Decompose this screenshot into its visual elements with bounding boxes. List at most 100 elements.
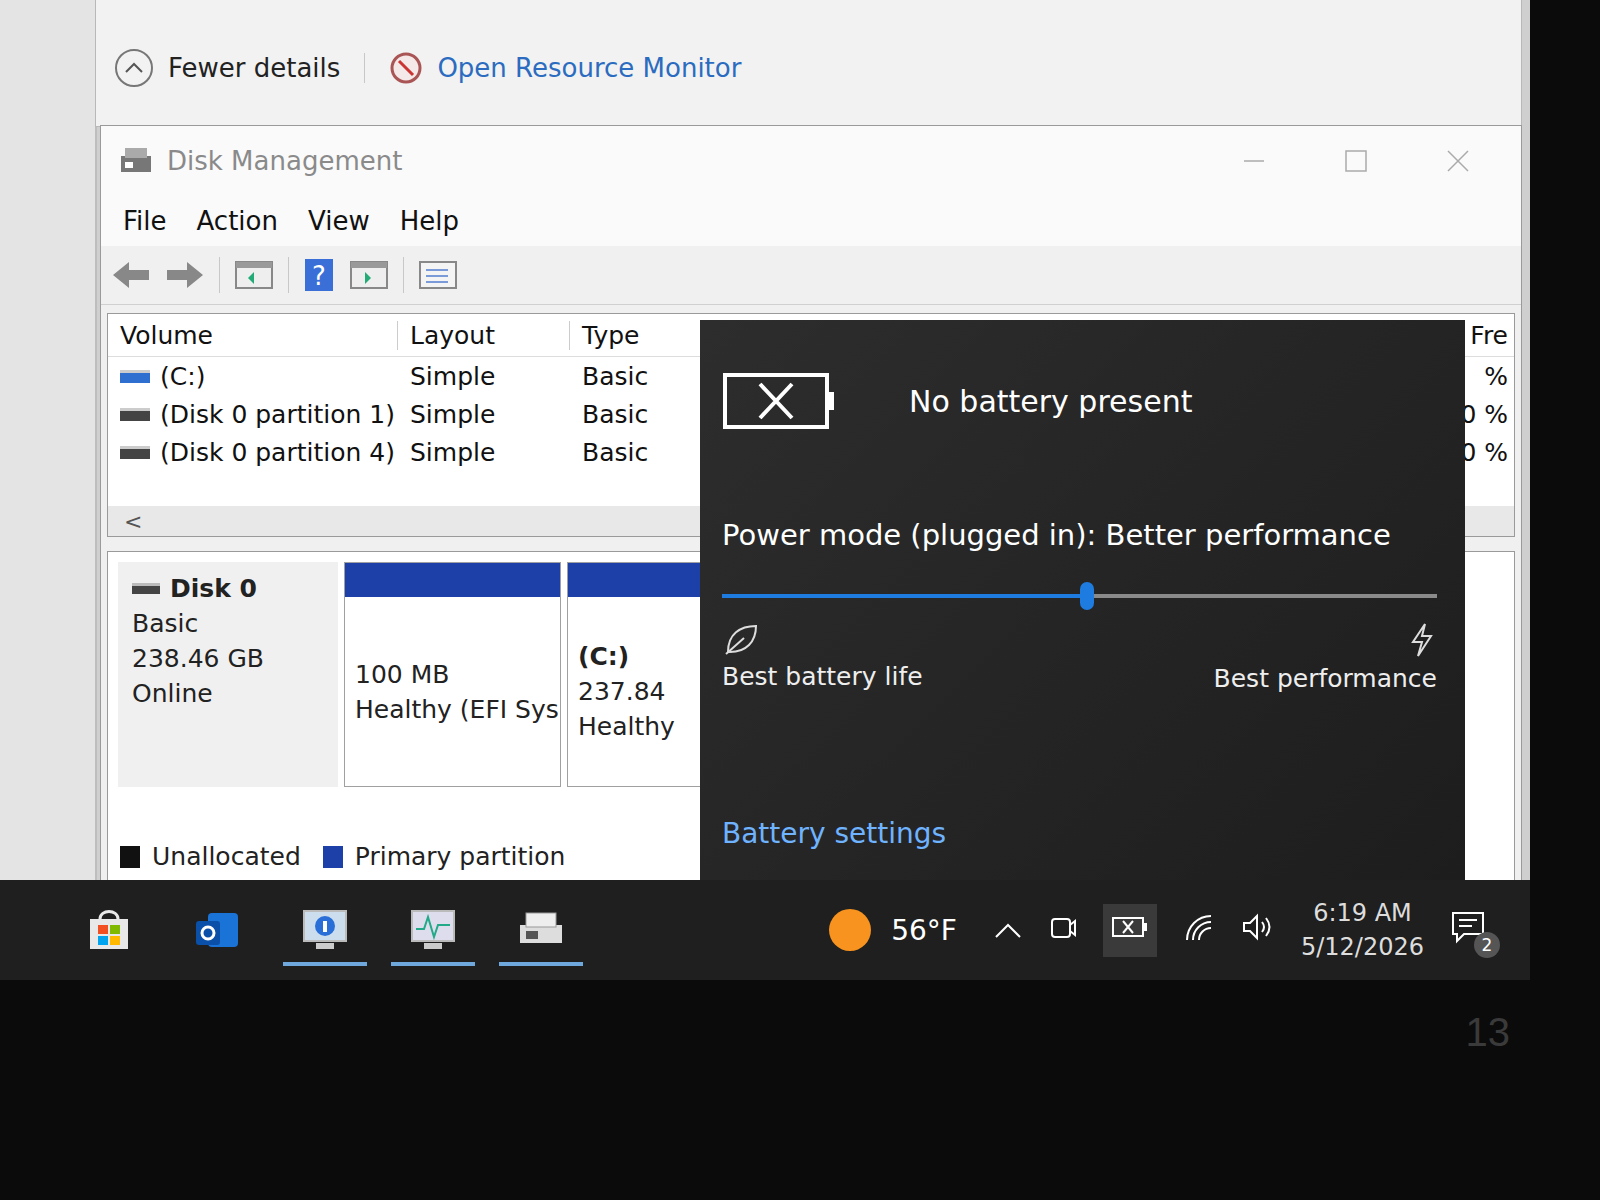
active-indicator xyxy=(499,962,583,966)
wifi-button[interactable] xyxy=(1183,912,1215,949)
battery-tray-button[interactable] xyxy=(1103,904,1157,957)
taskbar-app[interactable] xyxy=(487,880,595,980)
weather-temperature: 56°F xyxy=(891,914,957,947)
sysinfo-icon xyxy=(300,905,350,955)
disk-info[interactable]: Disk 0 Basic 238.46 GB Online xyxy=(118,562,338,787)
active-indicator xyxy=(391,962,475,966)
maximize-button[interactable] xyxy=(1311,149,1401,173)
column-header[interactable]: Type xyxy=(582,321,639,350)
partition[interactable]: 100 MB Healthy (EFI Sys xyxy=(344,562,561,787)
weather-widget[interactable]: 56°F xyxy=(827,907,957,953)
open-resource-monitor-link[interactable]: Open Resource Monitor xyxy=(437,53,741,83)
table-cell: Basic xyxy=(582,362,648,391)
disk-type: Basic xyxy=(132,609,324,638)
table-cell: (C:) xyxy=(160,362,205,391)
active-indicator xyxy=(283,962,367,966)
table-cell: (Disk 0 partition 4) xyxy=(160,438,395,467)
chevron-up-icon xyxy=(993,920,1023,940)
no-battery-icon xyxy=(1111,914,1149,940)
fewer-details-button[interactable]: Fewer details xyxy=(168,53,340,83)
maximize-icon xyxy=(1344,149,1368,173)
column-header[interactable]: Fre xyxy=(1470,321,1508,350)
taskbar-app[interactable] xyxy=(271,880,379,980)
meet-now-button[interactable] xyxy=(1049,911,1077,950)
collapse-chevron-icon xyxy=(114,48,154,88)
perfmon-icon xyxy=(408,905,458,955)
close-button[interactable] xyxy=(1413,149,1503,173)
disk-name: Disk 0 xyxy=(170,574,257,603)
table-cell: Basic xyxy=(582,438,648,467)
drive-icon xyxy=(120,408,150,421)
taskbar: 56°F 6:19 AM5/12/2026 2 xyxy=(0,880,1530,980)
drive-icon xyxy=(120,446,150,459)
close-icon xyxy=(1446,149,1470,173)
taskbar-app[interactable] xyxy=(55,880,163,980)
minimize-icon xyxy=(1242,149,1266,173)
table-cell: % xyxy=(1484,362,1508,391)
camera-icon xyxy=(1049,911,1077,943)
column-header[interactable]: Volume xyxy=(120,321,213,350)
disk-management-icon xyxy=(119,146,155,176)
clock-date: 5/12/2026 xyxy=(1301,933,1424,961)
background-window xyxy=(0,0,97,880)
legend-label: Unallocated xyxy=(152,842,301,871)
menu-item[interactable]: Help xyxy=(388,202,477,240)
wifi-icon xyxy=(1183,912,1215,942)
table-cell: (Disk 0 partition 1) xyxy=(160,400,395,429)
properties-icon xyxy=(418,258,458,292)
slider-track xyxy=(722,594,1437,598)
legend-swatch xyxy=(323,846,343,868)
monitor-bezel: 13 xyxy=(0,980,1600,1200)
notification-center-button[interactable]: 2 xyxy=(1450,910,1490,950)
screen: Fewer details Open Resource Monitor Disk M… xyxy=(0,0,1530,980)
taskbar-app[interactable] xyxy=(379,880,487,980)
show-hidden-icons-button[interactable] xyxy=(993,914,1023,947)
menu-bar: FileActionViewHelp xyxy=(101,196,1521,246)
menu-item[interactable]: View xyxy=(296,202,388,240)
window-title: Disk Management xyxy=(167,146,402,176)
forward-arrow-icon xyxy=(165,258,205,292)
clock[interactable]: 6:19 AM5/12/2026 xyxy=(1301,899,1424,961)
bezel-label: 13 xyxy=(1466,1010,1511,1055)
power-mode-slider[interactable] xyxy=(722,582,1437,610)
best-battery-life-label: Best battery life xyxy=(722,662,923,691)
power-mode-label: Power mode (plugged in): Better performa… xyxy=(722,518,1435,552)
store-icon xyxy=(84,905,134,955)
volume-button[interactable] xyxy=(1241,912,1275,949)
table-cell: Simple xyxy=(410,362,495,391)
slider-thumb[interactable] xyxy=(1080,582,1094,610)
legend-label: Primary partition xyxy=(355,842,566,871)
disk-size: 238.46 GB xyxy=(132,644,324,673)
lightning-icon xyxy=(1407,622,1437,658)
drive-icon xyxy=(120,370,150,383)
console-tree-icon xyxy=(234,258,274,292)
table-cell: 0 % xyxy=(1460,438,1508,467)
legend-swatch xyxy=(120,846,140,868)
scroll-left-button[interactable]: < xyxy=(124,509,142,534)
taskbar-app[interactable] xyxy=(163,880,271,980)
table-cell: Simple xyxy=(410,400,495,429)
diskmgmt-icon xyxy=(516,905,566,955)
battery-settings-link[interactable]: Battery settings xyxy=(722,817,1435,850)
notification-badge: 2 xyxy=(1474,932,1500,958)
leaf-icon xyxy=(722,622,760,656)
partition-size: 100 MB xyxy=(355,660,550,689)
menu-item[interactable]: File xyxy=(111,202,185,240)
battery-status: No battery present xyxy=(909,384,1192,419)
disk-icon xyxy=(132,583,160,594)
table-cell: 0 % xyxy=(1460,400,1508,429)
resource-monitor-icon xyxy=(389,51,423,85)
disk-status: Online xyxy=(132,679,324,708)
partition-status: Healthy (EFI Sys xyxy=(355,695,550,724)
battery-flyout: No battery present Power mode (plugged in… xyxy=(700,320,1465,880)
slider-fill xyxy=(722,594,1087,598)
table-cell: Simple xyxy=(410,438,495,467)
svg-text:?: ? xyxy=(312,261,326,291)
sun-icon xyxy=(827,907,873,953)
outlook-icon xyxy=(192,905,242,955)
help-icon: ? xyxy=(303,257,335,293)
column-header[interactable]: Layout xyxy=(410,321,495,350)
speaker-icon xyxy=(1241,912,1275,942)
menu-item[interactable]: Action xyxy=(185,202,296,240)
minimize-button[interactable] xyxy=(1209,149,1299,173)
